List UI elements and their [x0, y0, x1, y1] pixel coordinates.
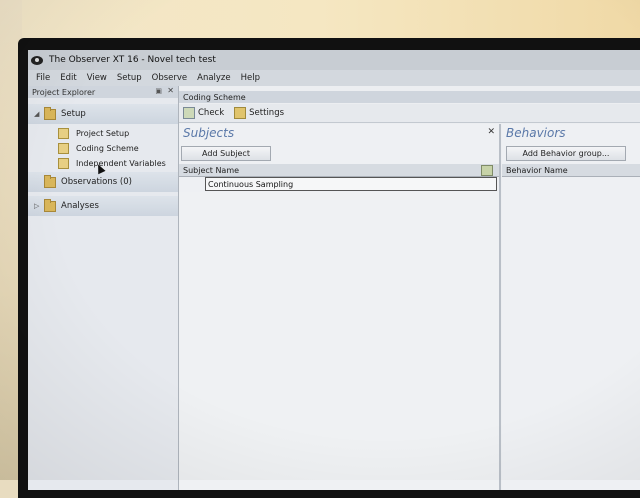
column-options-icon[interactable] [481, 165, 493, 176]
subjects-title: Subjects [183, 126, 235, 140]
project-explorer-panel: Project Explorer ▣ ✕ ◢ Setup Project Set… [28, 86, 179, 490]
close-icon[interactable]: ✕ [167, 86, 174, 95]
project-setup-icon [58, 127, 69, 139]
menu-bar: File Edit View Setup Observe Analyze Hel… [28, 70, 640, 86]
coding-scheme-tab-label: Coding Scheme [183, 92, 246, 102]
behaviors-section: Behaviors Add Behavior group... Behavior… [502, 124, 640, 490]
add-behavior-group-button[interactable]: Add Behavior group... [506, 146, 626, 161]
folder-icon [44, 198, 56, 212]
check-button[interactable]: Check [183, 107, 224, 119]
subject-name-cell[interactable]: Continuous Sampling [208, 180, 293, 189]
project-explorer-title: Project Explorer [32, 87, 96, 97]
add-subject-button[interactable]: Add Subject [181, 146, 271, 161]
tree-group-label: Observations (0) [61, 177, 132, 187]
tree-item-coding-scheme[interactable]: Coding Scheme [58, 141, 139, 155]
window-title: The Observer XT 16 - Novel tech test [49, 55, 216, 65]
folder-icon [44, 174, 56, 188]
pin-icon[interactable]: ▣ [155, 87, 162, 95]
tree-item-project-setup[interactable]: Project Setup [58, 126, 129, 140]
tree-item-label: Project Setup [76, 128, 130, 138]
tree-item-independent-variables[interactable]: Independent Variables [58, 156, 166, 170]
tree-group-observations[interactable]: Observations (0) [28, 172, 178, 192]
coding-scheme-panel: Coding Scheme Check Settings Subjects ✕ … [179, 86, 640, 490]
title-bar: The Observer XT 16 - Novel tech test [28, 50, 640, 70]
tree-group-analyses[interactable]: ▷ Analyses [28, 196, 178, 216]
menu-file[interactable]: File [36, 73, 50, 83]
project-explorer-header: Project Explorer ▣ ✕ [28, 86, 178, 98]
monitor-screen: The Observer XT 16 - Novel tech test Fil… [28, 50, 640, 490]
tree-item-label: Coding Scheme [76, 143, 139, 153]
menu-help[interactable]: Help [241, 73, 260, 83]
subject-grid-area [179, 192, 499, 490]
check-label: Check [198, 108, 225, 118]
menu-observe[interactable]: Observe [152, 73, 188, 83]
menu-view[interactable]: View [87, 73, 107, 83]
app-eye-icon [31, 55, 43, 65]
behavior-name-header: Behavior Name [502, 164, 640, 177]
behaviors-title: Behaviors [506, 126, 566, 140]
column-header-label: Subject Name [183, 165, 240, 175]
settings-icon [234, 107, 247, 119]
subject-name-header: Subject Name [179, 164, 499, 177]
close-icon[interactable]: ✕ [487, 127, 495, 137]
tree-group-label: Analyses [61, 201, 99, 211]
menu-edit[interactable]: Edit [60, 73, 76, 83]
settings-label: Settings [249, 108, 285, 118]
column-header-label: Behavior Name [506, 165, 568, 175]
tree-group-setup[interactable]: ◢ Setup [28, 104, 178, 124]
expanded-arrow-icon[interactable]: ◢ [34, 110, 42, 118]
coding-scheme-tab[interactable]: Coding Scheme [179, 91, 640, 103]
folder-icon [44, 106, 56, 120]
settings-button[interactable]: Settings [234, 107, 284, 119]
table-row[interactable]: Continuous Sampling [205, 177, 497, 191]
menu-setup[interactable]: Setup [117, 73, 142, 83]
menu-analyze[interactable]: Analyze [197, 73, 231, 83]
collapsed-arrow-icon[interactable]: ▷ [34, 202, 42, 210]
tree-item-label: Independent Variables [76, 158, 166, 168]
subjects-section: Subjects ✕ Add Subject Subject Name Cont… [179, 124, 501, 490]
tree-group-label: Setup [61, 109, 86, 119]
check-icon [183, 107, 195, 119]
independent-variables-icon [58, 157, 69, 169]
coding-toolbar: Check Settings [179, 104, 640, 123]
coding-scheme-icon [58, 142, 69, 154]
